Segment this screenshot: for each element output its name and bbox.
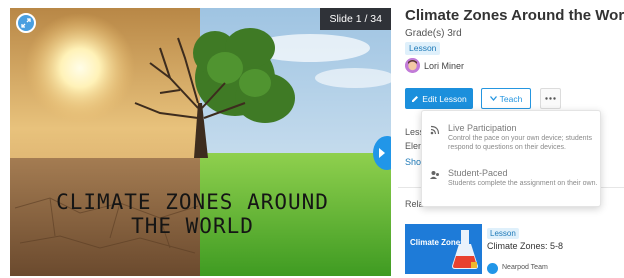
student-paced-description: Students complete the assignment on thei… bbox=[448, 180, 598, 187]
author-name[interactable]: Lori Miner bbox=[424, 61, 464, 71]
more-options-button[interactable] bbox=[540, 88, 561, 109]
teach-button[interactable]: Teach bbox=[481, 88, 531, 109]
flask-icon bbox=[452, 230, 478, 269]
broadcast-icon bbox=[430, 125, 440, 135]
expand-icon bbox=[21, 18, 31, 28]
related-lesson-title[interactable]: Climate Zones: 5-8 bbox=[487, 241, 563, 251]
chevron-right-icon bbox=[379, 148, 385, 158]
chevron-down-icon bbox=[489, 96, 497, 101]
lesson-preview[interactable]: Slide 1 / 34 CLIMATE ZONES AROUND THE WO… bbox=[10, 8, 391, 276]
slide-counter: Slide 1 / 34 bbox=[320, 8, 391, 30]
author-avatar[interactable] bbox=[405, 58, 420, 73]
lesson-grades: Grade(s) 3rd bbox=[405, 28, 462, 39]
edit-lesson-label: Edit Lesson bbox=[422, 93, 467, 104]
slide-title-text: CLIMATE ZONES AROUND THE WORLD bbox=[10, 190, 375, 238]
related-lesson-badge: Lesson bbox=[487, 228, 519, 239]
edit-lesson-button[interactable]: Edit Lesson bbox=[405, 88, 473, 109]
nearpod-logo-icon bbox=[487, 263, 498, 274]
avatar-icon bbox=[405, 58, 420, 73]
more-horizontal-icon bbox=[545, 97, 556, 100]
pencil-icon bbox=[412, 95, 419, 102]
student-icon bbox=[430, 171, 439, 179]
lesson-title: Climate Zones Around the World bbox=[405, 7, 624, 24]
student-paced-title: Student-Paced bbox=[448, 168, 508, 178]
lesson-type-badge: Lesson bbox=[405, 42, 441, 55]
slide-title-line-1: CLIMATE ZONES AROUND bbox=[56, 190, 329, 214]
expand-button[interactable] bbox=[16, 13, 36, 33]
teach-dropdown-menu: Live Participation Control the pace on y… bbox=[421, 110, 601, 207]
live-participation-description: Control the pace on your own device; stu… bbox=[448, 135, 592, 151]
slide-title-line-2: THE WORLD bbox=[131, 214, 254, 238]
teach-label: Teach bbox=[499, 93, 523, 104]
live-participation-title: Live Participation bbox=[448, 123, 517, 133]
related-lesson-author: Nearpod Team bbox=[502, 264, 548, 271]
show-more-link[interactable]: Sho bbox=[405, 157, 421, 167]
related-lesson-thumbnail[interactable]: Climate Zones bbox=[405, 224, 482, 274]
